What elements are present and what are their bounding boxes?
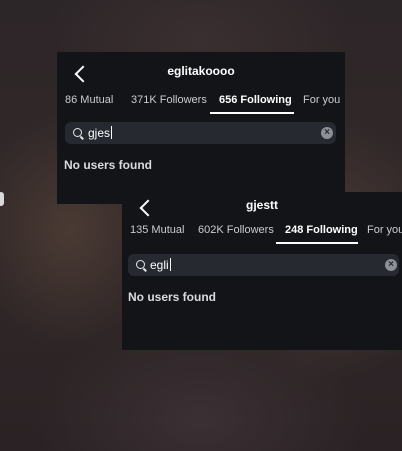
text-cursor: [111, 126, 113, 139]
tab-following[interactable]: 248 Following: [285, 224, 358, 236]
tab-for-you[interactable]: For you: [367, 224, 402, 236]
search-icon: [73, 128, 82, 137]
profile-username: eglitakoooo: [167, 64, 235, 78]
active-tab-indicator: [276, 242, 358, 244]
search-input[interactable]: gjes ×: [65, 122, 336, 144]
header: gjestt: [122, 194, 402, 228]
search-input[interactable]: egli ×: [128, 254, 399, 276]
tab-following[interactable]: 656 Following: [219, 94, 292, 106]
empty-results-message: No users found: [64, 158, 153, 172]
header: eglitakoooo: [57, 60, 345, 94]
left-edge-handle: [0, 192, 4, 206]
search-query: gjes: [88, 126, 111, 140]
tab-mutual[interactable]: 86 Mutual: [65, 94, 113, 106]
search-icon: [136, 260, 145, 269]
empty-results-message: No users found: [128, 290, 217, 304]
tab-for-you[interactable]: For you: [303, 94, 340, 106]
tab-followers[interactable]: 371K Followers: [131, 94, 207, 106]
following-screen-gjestt: gjestt 135 Mutual 602K Followers 248 Fol…: [122, 192, 402, 350]
clear-icon[interactable]: ×: [385, 259, 397, 271]
profile-username: gjestt: [245, 198, 278, 212]
clear-icon[interactable]: ×: [321, 127, 333, 139]
tab-followers[interactable]: 602K Followers: [198, 224, 274, 236]
text-cursor: [169, 258, 171, 271]
search-query: egli: [150, 258, 169, 272]
following-screen-eglitakoooo: eglitakoooo 86 Mutual 371K Followers 656…: [57, 52, 345, 204]
tab-mutual[interactable]: 135 Mutual: [130, 224, 184, 236]
active-tab-indicator: [210, 112, 294, 114]
